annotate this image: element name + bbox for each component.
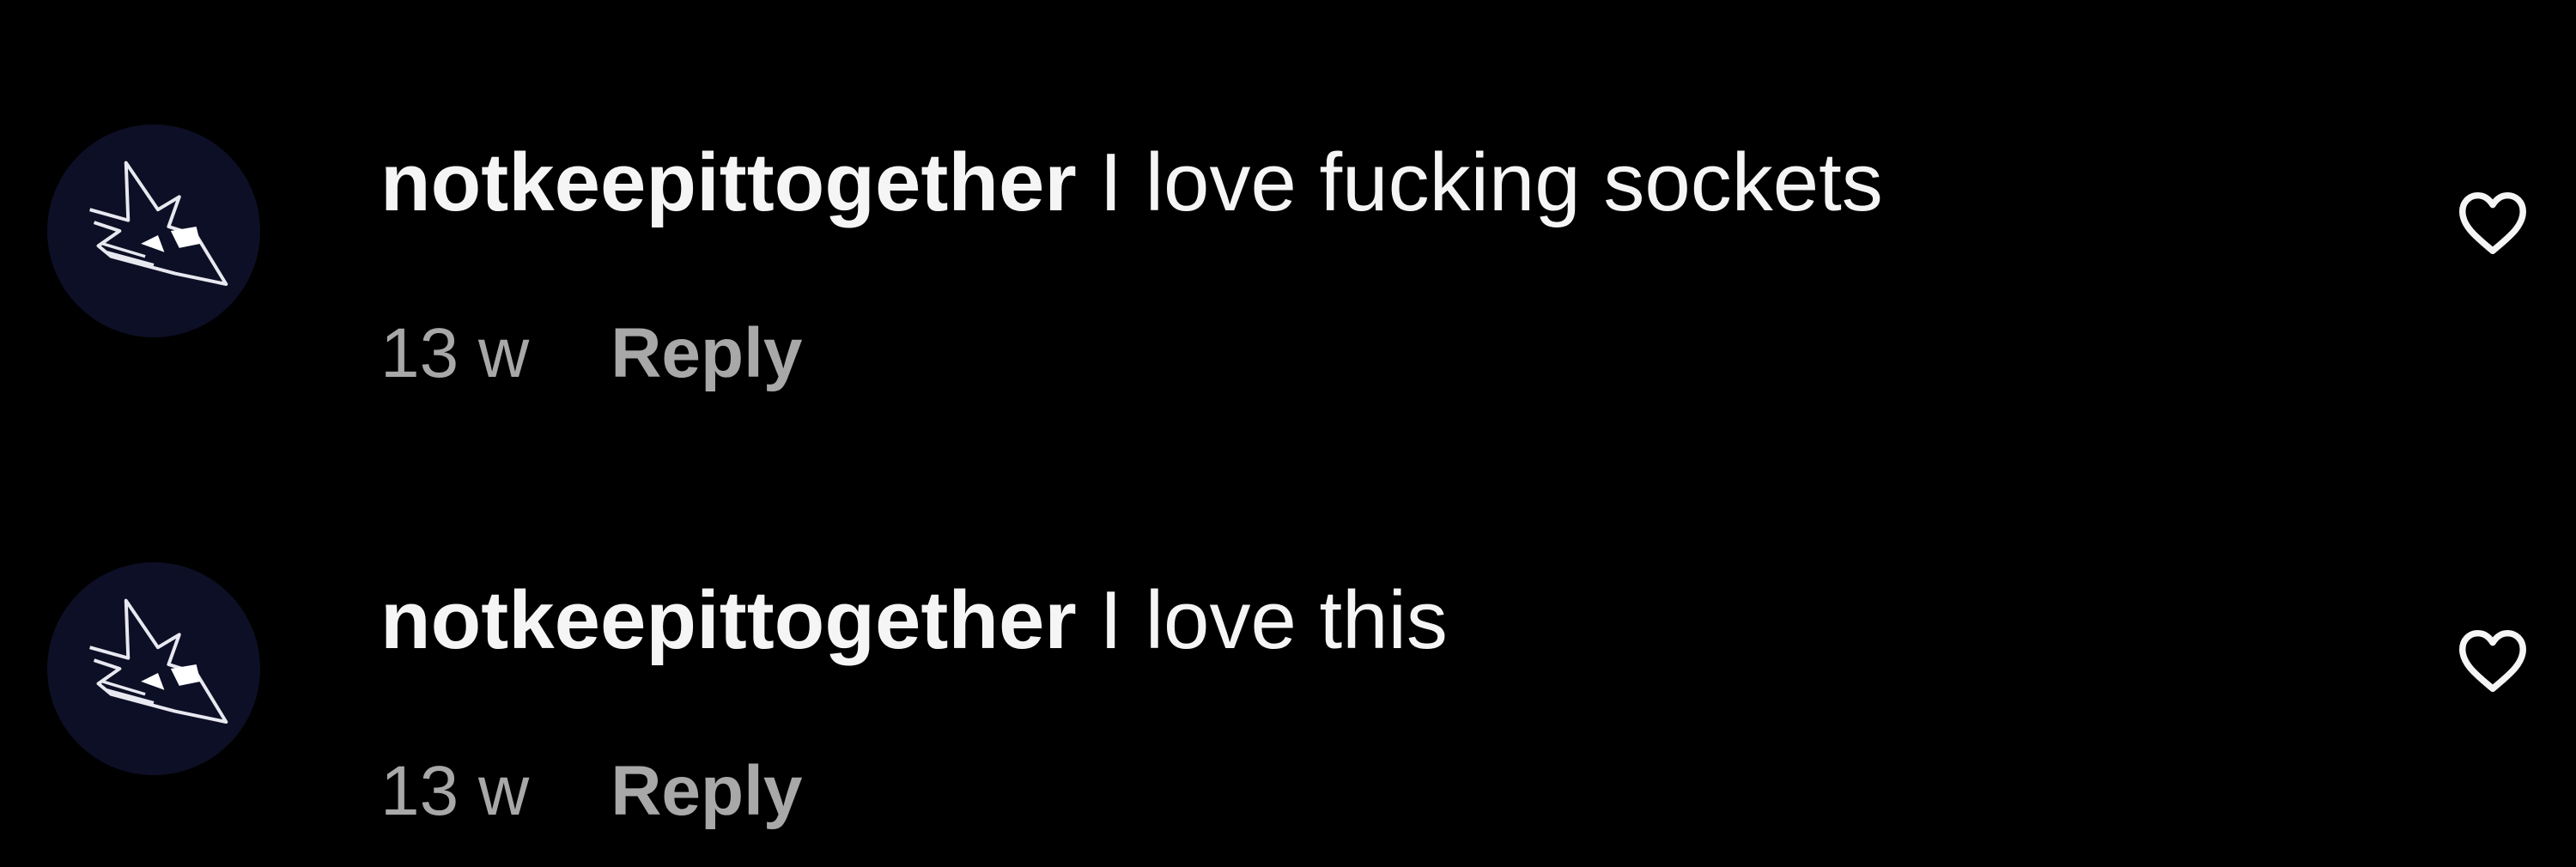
comment-meta: 13 w Reply bbox=[380, 749, 803, 834]
comment-text: I love this bbox=[1099, 574, 1448, 666]
username-link[interactable]: notkeepittogether bbox=[380, 136, 1077, 228]
timestamp: 13 w bbox=[380, 752, 530, 830]
reply-button[interactable]: Reply bbox=[611, 752, 802, 830]
spiky-creature-icon bbox=[89, 161, 228, 286]
comment-meta: 13 w Reply bbox=[380, 311, 803, 397]
comment-item: notkeepittogether I love fucking sockets… bbox=[0, 0, 2576, 429]
comment-body: notkeepittogether I love fucking sockets bbox=[380, 136, 1883, 230]
username-link[interactable]: notkeepittogether bbox=[380, 574, 1077, 666]
comment-item: notkeepittogether I love this 13 w Reply bbox=[0, 438, 2576, 867]
timestamp: 13 w bbox=[380, 314, 530, 392]
avatar[interactable] bbox=[47, 562, 260, 775]
heart-outline-icon bbox=[2459, 191, 2526, 255]
comment-body: notkeepittogether I love this bbox=[380, 573, 1448, 668]
like-button[interactable] bbox=[2452, 620, 2533, 700]
avatar[interactable] bbox=[47, 124, 260, 337]
reply-button[interactable]: Reply bbox=[611, 314, 802, 392]
like-button[interactable] bbox=[2452, 182, 2533, 263]
spiky-creature-icon bbox=[89, 598, 228, 724]
heart-outline-icon bbox=[2459, 629, 2526, 693]
comment-text: I love fucking sockets bbox=[1099, 136, 1883, 228]
